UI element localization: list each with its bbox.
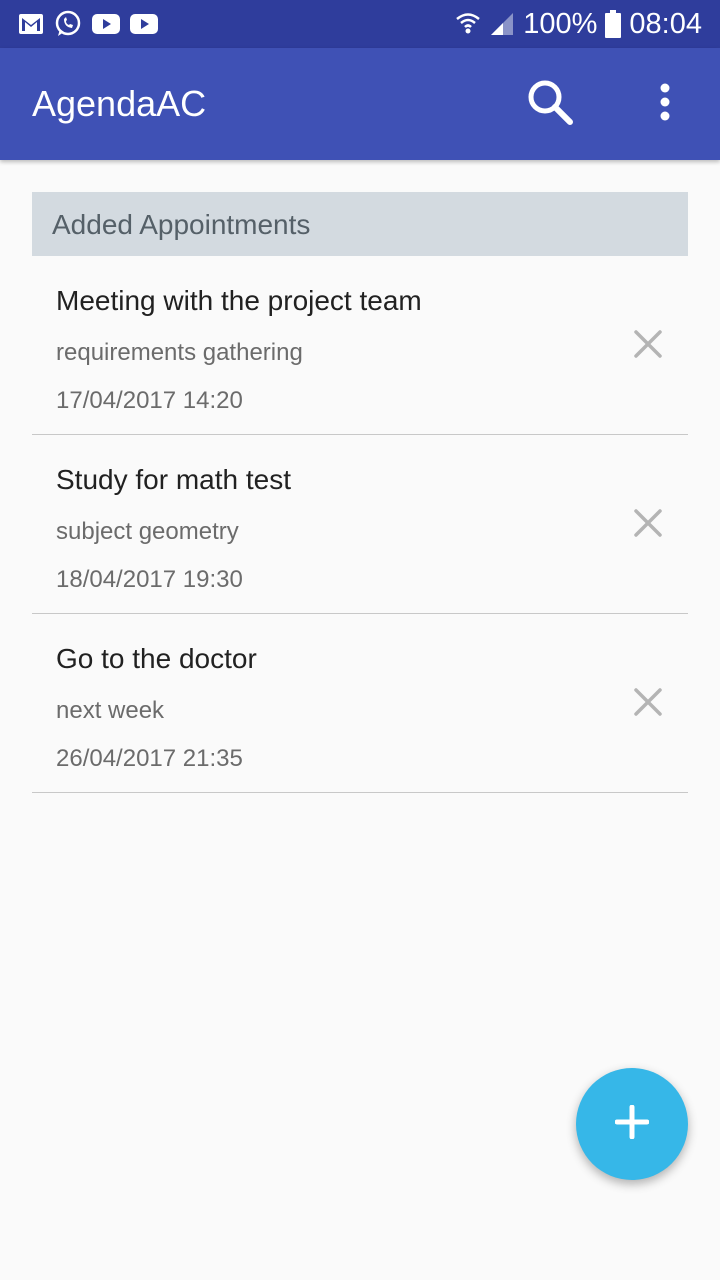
delete-button[interactable] (628, 326, 668, 366)
gmail-icon (18, 13, 44, 35)
appointment-description: next week (56, 697, 165, 724)
battery-percent: 100% (523, 8, 598, 40)
app-bar: AgendaAC (0, 48, 720, 160)
wifi-icon (455, 11, 481, 37)
signal-icon (489, 11, 515, 37)
delete-button[interactable] (628, 684, 668, 724)
whatsapp-icon (54, 10, 82, 38)
appointment-datetime: 18/04/2017 19:30 (56, 566, 243, 593)
youtube-icon (130, 14, 158, 34)
appointment-title: Go to the doctor (56, 643, 257, 674)
appointment-title: Meeting with the project team (56, 285, 422, 316)
appointment-item[interactable]: Study for math test subject geometry 18/… (32, 435, 688, 614)
status-bar: 100% 08:04 (0, 0, 720, 48)
youtube-icon (92, 14, 120, 34)
appointment-item[interactable]: Meeting with the project team requiremen… (32, 256, 688, 435)
section-header-label: Added Appointments (52, 209, 311, 240)
appointment-datetime: 26/04/2017 21:35 (56, 745, 243, 772)
appointment-description: requirements gathering (56, 339, 303, 366)
close-icon (633, 329, 663, 364)
close-icon (633, 687, 663, 722)
more-options-button[interactable] (640, 76, 690, 132)
add-appointment-button[interactable] (576, 1068, 688, 1180)
delete-button[interactable] (628, 505, 668, 545)
more-vert-icon (659, 82, 671, 127)
appointment-item[interactable]: Go to the doctor next week 26/04/2017 21… (32, 614, 688, 793)
clock: 08:04 (629, 8, 702, 40)
appointment-list: Meeting with the project team requiremen… (32, 256, 688, 793)
app-title: AgendaAC (32, 83, 207, 124)
search-icon (525, 77, 575, 132)
system-status: 100% 08:04 (455, 6, 702, 42)
notification-icons (18, 10, 158, 38)
add-icon (614, 1104, 650, 1144)
section-header: Added Appointments (32, 192, 688, 256)
battery-icon (605, 10, 622, 38)
appointment-description: subject geometry (56, 518, 239, 545)
search-button[interactable] (520, 76, 580, 132)
appointment-datetime: 17/04/2017 14:20 (56, 387, 243, 414)
close-icon (633, 508, 663, 543)
appointment-title: Study for math test (56, 464, 291, 495)
